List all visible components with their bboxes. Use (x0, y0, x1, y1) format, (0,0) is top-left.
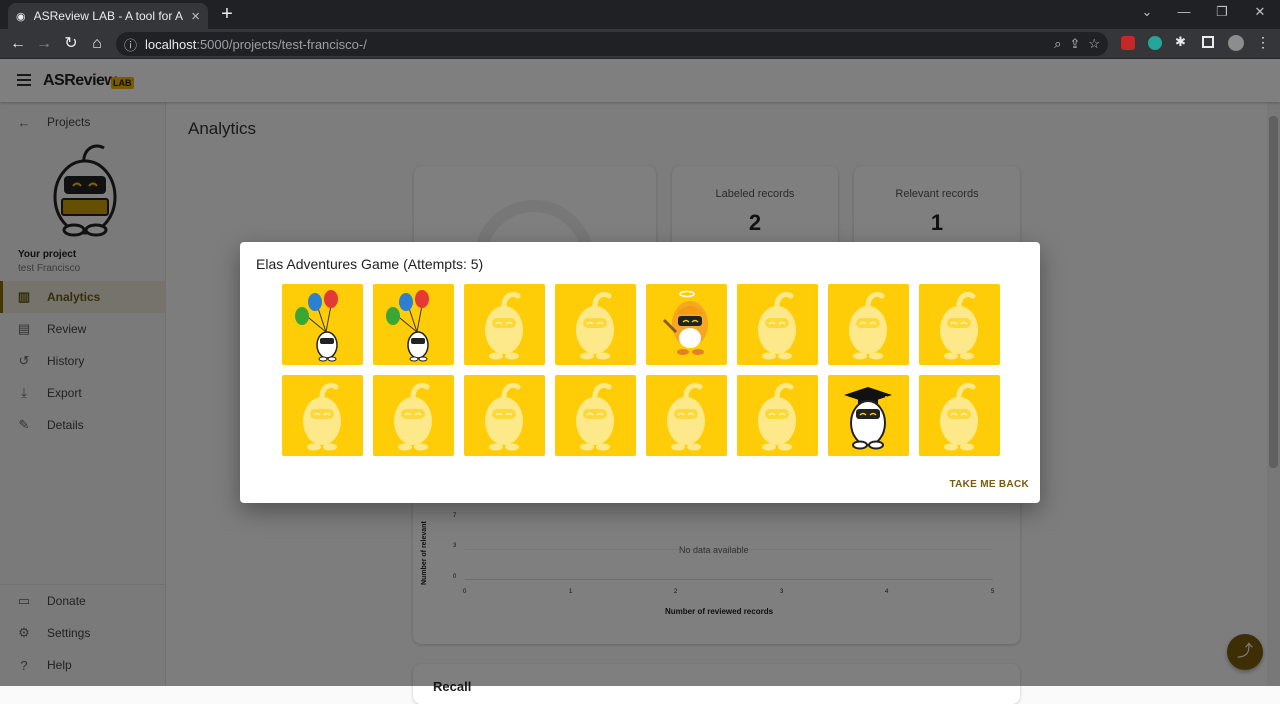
card-tile-hidden[interactable] (555, 375, 636, 456)
elas-silhouette-icon (485, 291, 523, 360)
extension-icon[interactable] (1121, 36, 1135, 50)
close-window-button[interactable]: ✕ (1250, 4, 1270, 20)
game-grid (282, 284, 1000, 456)
elas-silhouette-icon (849, 291, 887, 360)
card-tile-painter[interactable] (646, 284, 727, 365)
elas-painter-icon (662, 290, 708, 355)
elas-silhouette-icon (940, 382, 978, 451)
take-me-back-button[interactable]: TAKE ME BACK (949, 479, 1029, 490)
card-tile-balloons[interactable] (373, 284, 454, 365)
share-icon[interactable]: ⇪ (1069, 36, 1080, 52)
reload-button[interactable]: ↻ (61, 33, 81, 55)
home-icon[interactable]: ⌂ (87, 33, 107, 55)
puzzle-icon[interactable]: ✱ (1175, 34, 1186, 50)
elas-silhouette-icon (394, 382, 432, 451)
card-tile-hidden[interactable] (555, 284, 636, 365)
elas-silhouette-icon (940, 291, 978, 360)
url-text: localhost:5000/projects/test-francisco-/ (145, 36, 367, 52)
elas-silhouette-icon (485, 382, 523, 451)
card-tile-hidden[interactable] (737, 375, 818, 456)
forward-button[interactable]: → (34, 33, 54, 55)
elas-silhouette-icon (667, 382, 705, 451)
card-tile-hidden[interactable] (737, 284, 818, 365)
elas-silhouette-icon (576, 382, 614, 451)
back-button[interactable]: ← (8, 33, 28, 55)
elas-silhouette-icon (758, 382, 796, 451)
card-tile-hidden[interactable] (919, 375, 1000, 456)
tab-search-icon[interactable]: ⌄ (1137, 4, 1157, 20)
restore-button[interactable]: ❐ (1212, 4, 1232, 20)
card-tile-hidden[interactable] (464, 284, 545, 365)
card-tile-balloons[interactable] (282, 284, 363, 365)
elas-balloons-icon (386, 290, 429, 362)
card-tile-hidden[interactable] (919, 284, 1000, 365)
browser-menu-icon[interactable]: ⋮ (1256, 34, 1270, 51)
card-tile-hidden[interactable] (373, 375, 454, 456)
elas-silhouette-icon (576, 291, 614, 360)
side-panel-icon[interactable] (1202, 36, 1214, 48)
dialog-title: Elas Adventures Game (Attempts: 5) (256, 256, 484, 272)
zoom-icon[interactable]: ⌕ (1054, 36, 1061, 52)
elas-silhouette-icon (758, 291, 796, 360)
card-tile-graduate[interactable] (828, 375, 909, 456)
tab-title: ASReview LAB - A tool for AI-assisted (33, 9, 184, 23)
address-bar[interactable]: ⓘ localhost:5000/projects/test-francisco… (116, 32, 1108, 56)
elas-silhouette-icon (303, 382, 341, 451)
new-tab-button[interactable]: + (216, 3, 238, 25)
card-tile-hidden[interactable] (828, 284, 909, 365)
card-tile-hidden[interactable] (464, 375, 545, 456)
minimize-button[interactable]: — (1174, 4, 1194, 19)
favicon-icon: ◉ (16, 10, 26, 23)
bookmark-star-icon[interactable]: ☆ (1088, 36, 1100, 52)
tab-close-icon[interactable]: × (191, 8, 200, 25)
info-icon[interactable]: ⓘ (124, 35, 137, 54)
extension-icon[interactable] (1148, 36, 1162, 50)
elas-graduate-icon (844, 387, 892, 450)
browser-tab[interactable]: ◉ ASReview LAB - A tool for AI-assisted … (8, 3, 208, 29)
elas-balloons-icon (295, 290, 338, 362)
profile-avatar[interactable] (1228, 35, 1244, 51)
card-tile-hidden[interactable] (282, 375, 363, 456)
game-dialog: Elas Adventures Game (Attempts: 5) TAKE … (240, 242, 1040, 503)
card-tile-hidden[interactable] (646, 375, 727, 456)
